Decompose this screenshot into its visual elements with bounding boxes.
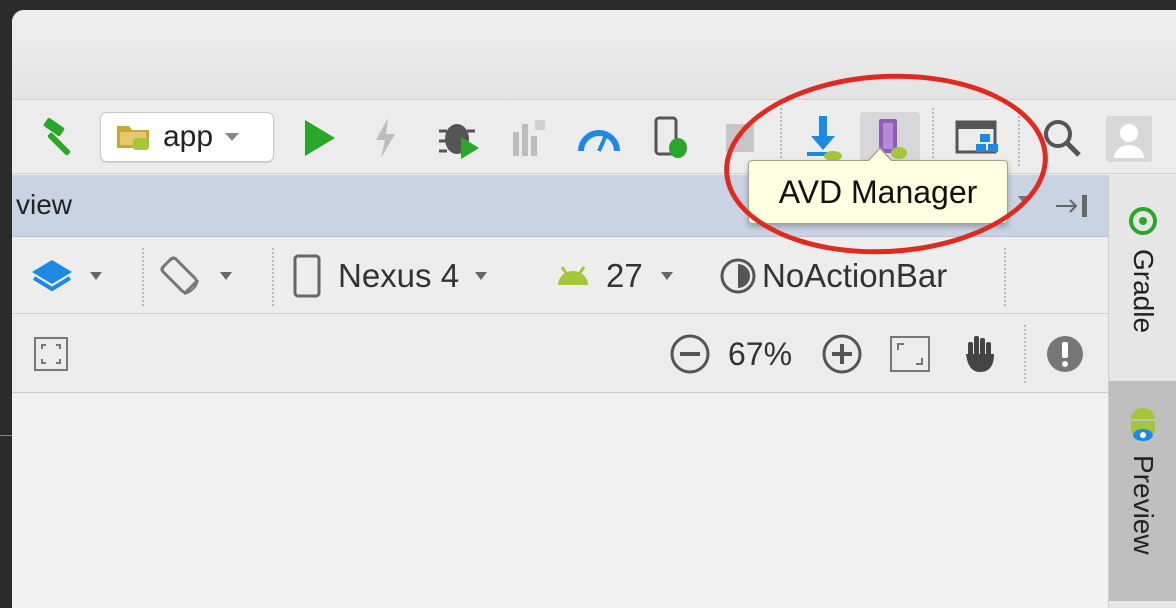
user-account-button[interactable] — [1106, 116, 1152, 162]
fit-screen-icon — [34, 337, 68, 371]
android-module-folder-icon — [117, 126, 149, 150]
zoom-out-icon — [670, 334, 710, 374]
apply-changes-button[interactable] — [362, 114, 408, 162]
android-studio-window: app view Nexus 4 27 NoActionBar 67% Grad… — [12, 10, 1176, 608]
profile-button[interactable] — [504, 114, 554, 162]
hide-panel-icon — [1056, 195, 1087, 217]
rotate-device-icon — [160, 256, 199, 295]
profiler-button[interactable] — [572, 114, 626, 162]
project-structure-button[interactable] — [950, 114, 1006, 162]
tab-gradle-label: Gradle — [1128, 249, 1159, 334]
tab-gradle[interactable]: Gradle — [1109, 205, 1176, 375]
tab-preview[interactable]: Preview — [1109, 381, 1176, 601]
chevron-down-icon — [1018, 196, 1030, 204]
search-icon — [1044, 120, 1081, 157]
attach-debugger-button[interactable] — [644, 114, 696, 162]
chevron-down-icon — [660, 272, 673, 280]
search-everywhere-button[interactable] — [1036, 114, 1088, 162]
toolbar-separator — [932, 108, 934, 166]
run-configuration-dropdown[interactable]: app — [100, 112, 274, 162]
device-bug-icon — [654, 116, 687, 158]
avd-manager-tooltip: AVD Manager — [748, 147, 1008, 224]
hide-panel-button[interactable] — [1052, 191, 1092, 226]
sdk-download-icon — [807, 116, 842, 161]
android-preview-icon — [1131, 408, 1155, 441]
stop-button[interactable] — [716, 114, 764, 162]
theme-contrast-icon — [720, 258, 756, 294]
zoom-out-button[interactable] — [668, 315, 712, 393]
design-toolbar-separator — [272, 248, 274, 306]
device-label: Nexus 4 — [338, 257, 460, 294]
design-toolbar: Nexus 4 27 NoActionBar — [12, 238, 1108, 314]
zoom-in-icon — [822, 334, 862, 374]
profile-bars-icon — [513, 120, 545, 156]
right-tool-window-strip: Gradle Preview — [1108, 175, 1176, 608]
hand-icon — [966, 336, 994, 372]
api-level-dropdown[interactable]: 27 — [554, 238, 675, 314]
panel-options-button[interactable] — [1016, 193, 1032, 212]
design-toolbar-separator — [1004, 248, 1006, 306]
device-dropdown[interactable]: Nexus 4 — [292, 238, 489, 314]
run-configuration-label: app — [163, 120, 214, 153]
orientation-dropdown[interactable] — [156, 238, 234, 314]
title-bar — [12, 10, 1176, 100]
zoom-toolbar-separator — [1024, 325, 1026, 383]
lightning-icon — [376, 118, 395, 158]
show-issues-button[interactable] — [1044, 315, 1086, 393]
toggle-blueprint-button[interactable] — [32, 315, 70, 393]
make-project-button[interactable] — [34, 114, 86, 162]
design-surface-dropdown[interactable] — [28, 238, 104, 314]
user-avatar-icon — [1114, 124, 1144, 158]
run-app-button[interactable] — [294, 114, 344, 162]
toolbar-separator — [1018, 108, 1020, 166]
hammer-icon — [43, 117, 71, 156]
chevron-down-icon — [220, 272, 232, 280]
warning-icon — [1047, 336, 1083, 372]
stop-icon — [726, 124, 754, 152]
phone-icon — [293, 254, 321, 298]
api-level-label: 27 — [606, 257, 643, 294]
gradle-icon — [1129, 207, 1157, 235]
design-canvas[interactable] — [12, 394, 1108, 608]
zoom-in-button[interactable] — [820, 315, 864, 393]
debug-app-button[interactable] — [432, 114, 486, 162]
project-structure-icon — [955, 120, 998, 154]
speedometer-icon — [578, 130, 620, 152]
theme-dropdown[interactable]: NoActionBar — [718, 238, 947, 314]
design-toolbar-separator — [142, 248, 144, 306]
layers-icon — [32, 260, 72, 292]
debug-bug-icon — [439, 124, 479, 159]
chevron-down-icon — [225, 133, 240, 141]
play-icon — [305, 120, 335, 156]
sdk-manager-button[interactable] — [796, 114, 850, 162]
android-icon — [558, 266, 588, 285]
pan-button[interactable] — [960, 315, 1000, 393]
window-edge-line — [0, 435, 12, 436]
zoom-toolbar: 67% — [12, 315, 1108, 393]
zoom-level: 67% — [728, 335, 793, 372]
tab-preview-label: Preview — [1128, 455, 1159, 555]
chevron-down-icon — [90, 272, 102, 280]
panel-title: view — [16, 189, 73, 220]
chevron-down-icon — [475, 272, 488, 280]
theme-label: NoActionBar — [762, 257, 948, 294]
zoom-to-fit-button[interactable] — [888, 315, 932, 393]
zoom-fit-icon — [890, 336, 930, 372]
toolbar-separator — [780, 108, 782, 166]
